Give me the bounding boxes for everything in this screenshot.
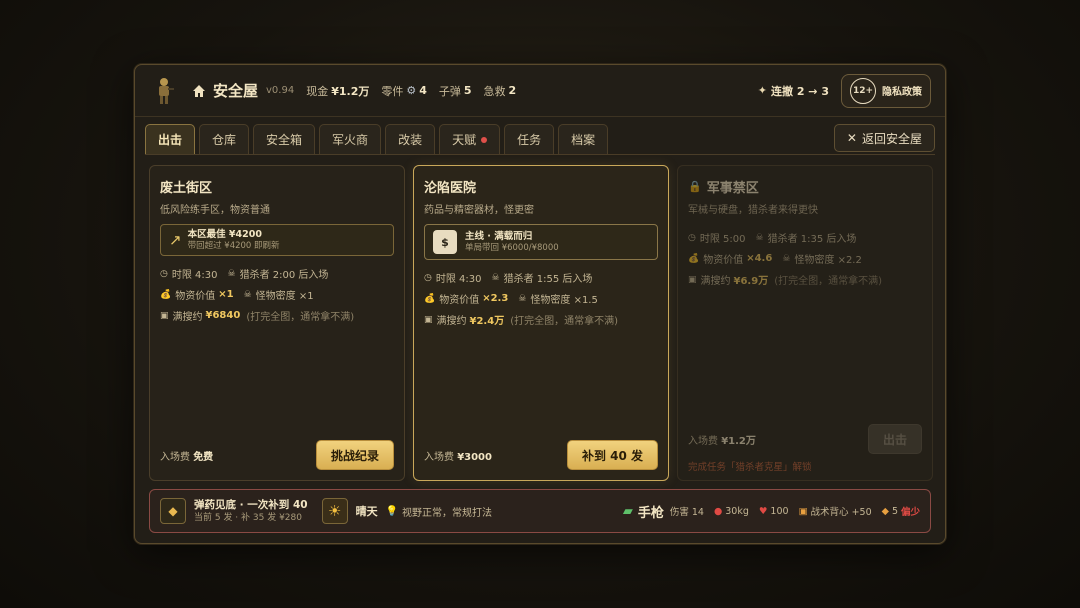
- trend-up-icon: ↗: [169, 231, 182, 249]
- crate-icon: ▣: [424, 314, 433, 325]
- main-tabs: 出击 仓库 安全箱 军火商 改装 天赋 任务 档案: [145, 124, 612, 154]
- entry-fee: 入场费 免费: [160, 451, 214, 463]
- tab-sortie[interactable]: 出击: [145, 124, 196, 154]
- lock-icon: 🔒: [688, 180, 702, 193]
- ammo-diamond-icon: ◆: [160, 498, 186, 524]
- time-limit: ◷ 时限 5:00: [688, 232, 746, 246]
- bullets-stat: 子弹 5: [438, 84, 472, 98]
- money-bag-icon: 💰: [424, 293, 436, 304]
- loot-value: 💰 物资价值 ×1: [160, 289, 234, 302]
- close-icon: ✕: [846, 131, 857, 145]
- time-limit: ◷ 时限 4:30: [160, 268, 218, 282]
- privacy-policy-button[interactable]: 12+ 隐私政策: [841, 73, 931, 108]
- skull-icon: ☠: [755, 232, 764, 243]
- skull-icon: ☠: [782, 253, 791, 264]
- header-bar: 安全屋 v0.94 现金 ¥1.2万 零件 ⚙ 4 子弹 5 急救 2 ✦ 连撤 2 → 3…: [135, 65, 945, 117]
- diamond-icon: ◆: [881, 505, 889, 517]
- monster-density: ☠ 怪物密度 ×2.2: [782, 253, 862, 267]
- health: ♥ 100: [758, 505, 789, 517]
- weight-icon: ●: [713, 505, 723, 517]
- bullet-count: ◆ 5 偏少: [881, 505, 920, 519]
- crate-icon: ▣: [688, 274, 697, 285]
- version-label: v0.94: [266, 85, 295, 96]
- hunter-timer: ☠ 猎杀者 1:55 后入场: [491, 272, 593, 286]
- sun-icon: ☀: [321, 498, 348, 524]
- challenge-record-button[interactable]: 挑战纪录: [315, 440, 394, 470]
- money-bag-icon: $: [433, 230, 457, 254]
- pistol-icon: ▰: [622, 503, 633, 519]
- streak-indicator: ✦ 连撤 2 → 3: [757, 84, 829, 98]
- sortie-button: 出击: [867, 424, 922, 454]
- tab-talent[interactable]: 天赋: [439, 124, 501, 154]
- weather-desc: 💡 视野正常，常规打法: [385, 505, 493, 519]
- zone-card-military: 🔒 军事禁区 军械与硬盘，猎杀者来得更快 ◷ 时限 5:00 ☠ 猎杀者 1:35 后…: [677, 165, 933, 481]
- carry-weight: ● 30kg: [713, 505, 749, 517]
- weapon-damage: 伤害 14: [669, 507, 704, 518]
- zone-desc: 军械与硬盘，猎杀者来得更快: [688, 205, 818, 216]
- safehouse-panel: 安全屋 v0.94 现金 ¥1.2万 零件 ⚙ 4 子弹 5 急救 2 ✦ 连撤 2 → 3…: [134, 64, 946, 544]
- tab-modify[interactable]: 改装: [385, 124, 436, 154]
- tab-arms-dealer[interactable]: 军火商: [319, 124, 382, 154]
- zone-name: 沦陷医院: [424, 181, 477, 196]
- age-rating-badge: 12+: [850, 77, 876, 104]
- skull-icon: ☠: [227, 268, 236, 279]
- page-title: 安全屋: [213, 82, 259, 100]
- crate-icon: ▣: [160, 310, 169, 321]
- refill-ammo-button[interactable]: 补到 40 发: [566, 440, 658, 470]
- clock-icon: ◷: [688, 232, 696, 243]
- tab-warehouse[interactable]: 仓库: [199, 124, 250, 154]
- zone-name: 废土街区: [160, 181, 213, 196]
- gear-icon: ⚙: [406, 84, 417, 97]
- weather-label: 晴天: [355, 505, 378, 518]
- hunter-timer: ☠ 猎杀者 1:35 后入场: [755, 232, 857, 246]
- time-limit: ◷ 时限 4:30: [424, 272, 482, 286]
- home-icon: [193, 84, 205, 97]
- sparkle-icon: ✦: [757, 84, 767, 97]
- weapon-name: 手枪: [637, 505, 664, 521]
- zone-desc: 低风险练手区，物资普通: [160, 205, 270, 216]
- cash-stat: 现金 ¥1.2万: [306, 84, 370, 98]
- backpack: ▣ 战术背心 +50: [798, 505, 872, 519]
- loot-value: 💰 物资价值 ×4.6: [688, 253, 773, 266]
- first-aid-stat: 急救 2: [483, 84, 517, 98]
- parts-stat: 零件 ⚙ 4: [381, 84, 427, 98]
- tab-missions[interactable]: 任务: [504, 124, 555, 154]
- status-bar: ◆ 弹药见底 · 一次补到 40 当前 5 发 · 补 35 发 ¥280 ☀ …: [149, 489, 931, 533]
- bulb-icon: 💡: [385, 505, 399, 517]
- zone-name: 🔒 军事禁区: [688, 180, 759, 196]
- clock-icon: ◷: [424, 272, 432, 283]
- clock-icon: ◷: [160, 268, 168, 279]
- money-bag-icon: 💰: [160, 289, 172, 300]
- zone-card-wasteland[interactable]: 废土街区 低风险练手区，物资普通 ↗ 本区最佳 ¥4200 带回超过 ¥4200…: [149, 165, 405, 481]
- tab-archive[interactable]: 档案: [558, 124, 609, 154]
- privacy-policy-label: 隐私政策: [882, 87, 922, 98]
- skull-icon: ☠: [243, 289, 252, 300]
- heart-icon: ♥: [758, 505, 768, 517]
- backpack-icon: ▣: [798, 505, 808, 517]
- main-mission-box: $ 主线 · 满载而归 单局带回 ¥6000/¥8000: [424, 224, 658, 260]
- monster-density: ☠ 怪物密度 ×1.5: [518, 293, 598, 307]
- loot-value: 💰 物资价值 ×2.3: [424, 293, 509, 306]
- zone-card-hospital[interactable]: 沦陷医院 药品与精密器材，怪更密 $ 主线 · 满载而归 单局带回 ¥6000/…: [413, 165, 669, 481]
- skull-icon: ☠: [491, 272, 500, 283]
- monster-density: ☠ 怪物密度 ×1: [243, 289, 314, 303]
- money-bag-icon: 💰: [688, 253, 700, 264]
- best-record-box: ↗ 本区最佳 ¥4200 带回超过 ¥4200 即刷新: [160, 224, 394, 256]
- ammo-warning[interactable]: 弹药见底 · 一次补到 40 当前 5 发 · 补 35 发 ¥280: [194, 499, 308, 524]
- skull-icon: ☠: [518, 293, 527, 304]
- back-to-safehouse-button[interactable]: ✕ 返回安全屋: [833, 124, 935, 152]
- full-loot: ▣ 满搜约 ¥6840 (打完全图，通常拿不满): [160, 310, 355, 323]
- full-loot: ▣ 满搜约 ¥6.9万 (打完全图，通常拿不满): [688, 274, 883, 288]
- entry-fee: 入场费 ¥1.2万: [688, 435, 756, 447]
- hunter-timer: ☠ 猎杀者 2:00 后入场: [227, 268, 329, 282]
- unlock-hint: 完成任务「猎杀者克星」解锁: [688, 462, 812, 473]
- tab-safe-box[interactable]: 安全箱: [253, 124, 316, 154]
- zone-desc: 药品与精密器材，怪更密: [424, 205, 534, 216]
- full-loot: ▣ 满搜约 ¥2.4万 (打完全图，通常拿不满): [424, 314, 619, 328]
- soldier-avatar-icon: [151, 77, 177, 105]
- notification-dot: [481, 136, 488, 143]
- entry-fee: 入场费 ¥3000: [424, 451, 492, 463]
